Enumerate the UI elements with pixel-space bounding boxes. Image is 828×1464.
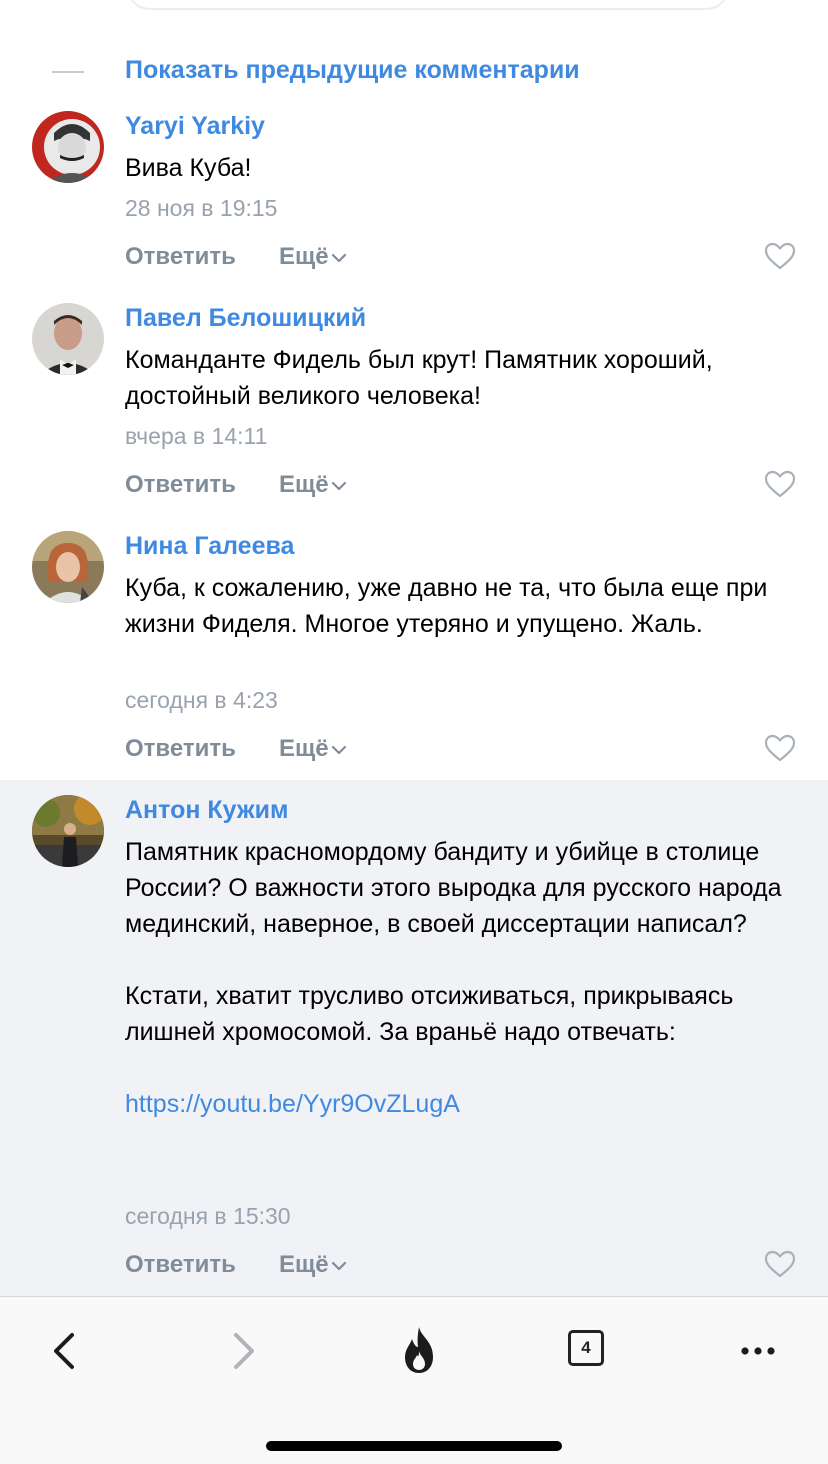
more-button[interactable]: Ещё	[279, 735, 347, 763]
fire-icon	[405, 1327, 433, 1373]
reply-button[interactable]: Ответить	[125, 243, 236, 271]
chevron-down-icon	[331, 481, 346, 490]
more-label: Ещё	[279, 735, 329, 762]
comment-text: Команданте Фидель был крут! Памятник хор…	[125, 346, 713, 410]
comment-time: 28 ноя в 19:15	[125, 195, 278, 221]
more-menu-button[interactable]	[728, 1323, 788, 1383]
tabs-count-button[interactable]: 4	[568, 1330, 604, 1366]
comment-item-highlighted: Антон Кужим Памятник красномордому банди…	[0, 780, 828, 1296]
chevron-down-icon	[331, 253, 346, 262]
forward-icon	[234, 1333, 254, 1369]
more-label: Ещё	[279, 243, 329, 270]
like-heart-icon[interactable]	[764, 734, 796, 762]
back-button[interactable]	[34, 1323, 94, 1383]
browser-toolbar: 4	[0, 1296, 828, 1464]
comment-body: Памятник красномордому бандиту и убийце …	[125, 838, 782, 1046]
reply-button[interactable]: Ответить	[125, 1251, 236, 1279]
like-heart-icon[interactable]	[764, 470, 796, 498]
avatar[interactable]	[32, 531, 104, 603]
comment-text: Куба, к сожалению, уже давно не та, что …	[125, 574, 768, 638]
more-label: Ещё	[279, 471, 329, 498]
comment-author[interactable]: Антон Кужим	[125, 796, 288, 825]
comment-author[interactable]: Нина Галеева	[125, 532, 294, 561]
comment-author[interactable]: Yaryi Yarkiy	[125, 112, 265, 141]
comment-time: сегодня в 4:23	[125, 687, 278, 713]
divider-dash	[52, 71, 84, 73]
comment-item: Нина Галеева Куба, к сожалению, уже давн…	[0, 520, 828, 780]
like-heart-icon[interactable]	[764, 1250, 796, 1278]
home-indicator	[266, 1441, 562, 1451]
comment-item: Yaryi Yarkiy Вива Куба! 28 ноя в 19:15 О…	[0, 100, 828, 288]
avatar[interactable]	[32, 303, 104, 375]
like-heart-icon[interactable]	[764, 242, 796, 270]
more-icon	[741, 1347, 775, 1355]
back-icon	[54, 1333, 74, 1369]
comment-time: вчера в 14:11	[125, 423, 268, 449]
more-label: Ещё	[279, 1251, 329, 1278]
reply-button[interactable]: Ответить	[125, 471, 236, 499]
fire-button[interactable]	[389, 1323, 449, 1383]
more-button[interactable]: Ещё	[279, 471, 347, 499]
comment-item: Павел Белошицкий Команданте Фидель был к…	[0, 292, 828, 516]
show-previous-comments[interactable]: Показать предыдущие комментарии	[0, 52, 828, 92]
chevron-down-icon	[331, 1261, 346, 1270]
avatar[interactable]	[32, 111, 104, 183]
reply-button[interactable]: Ответить	[125, 735, 236, 763]
comment-link[interactable]: https://youtu.be/Yyr9OvZLugA	[125, 1090, 460, 1118]
chevron-down-icon	[331, 745, 346, 754]
comment-text: Вива Куба!	[125, 154, 252, 182]
show-previous-link[interactable]: Показать предыдущие комментарии	[125, 56, 580, 85]
more-button[interactable]: Ещё	[279, 1251, 347, 1279]
more-button[interactable]: Ещё	[279, 243, 347, 271]
comment-author[interactable]: Павел Белошицкий	[125, 304, 366, 333]
comment-time: сегодня в 15:30	[125, 1203, 291, 1229]
comment-text: Памятник красномордому бандиту и убийце …	[125, 834, 805, 1122]
comment-input-edge[interactable]	[126, 0, 730, 10]
forward-button[interactable]	[214, 1323, 274, 1383]
avatar[interactable]	[32, 795, 104, 867]
